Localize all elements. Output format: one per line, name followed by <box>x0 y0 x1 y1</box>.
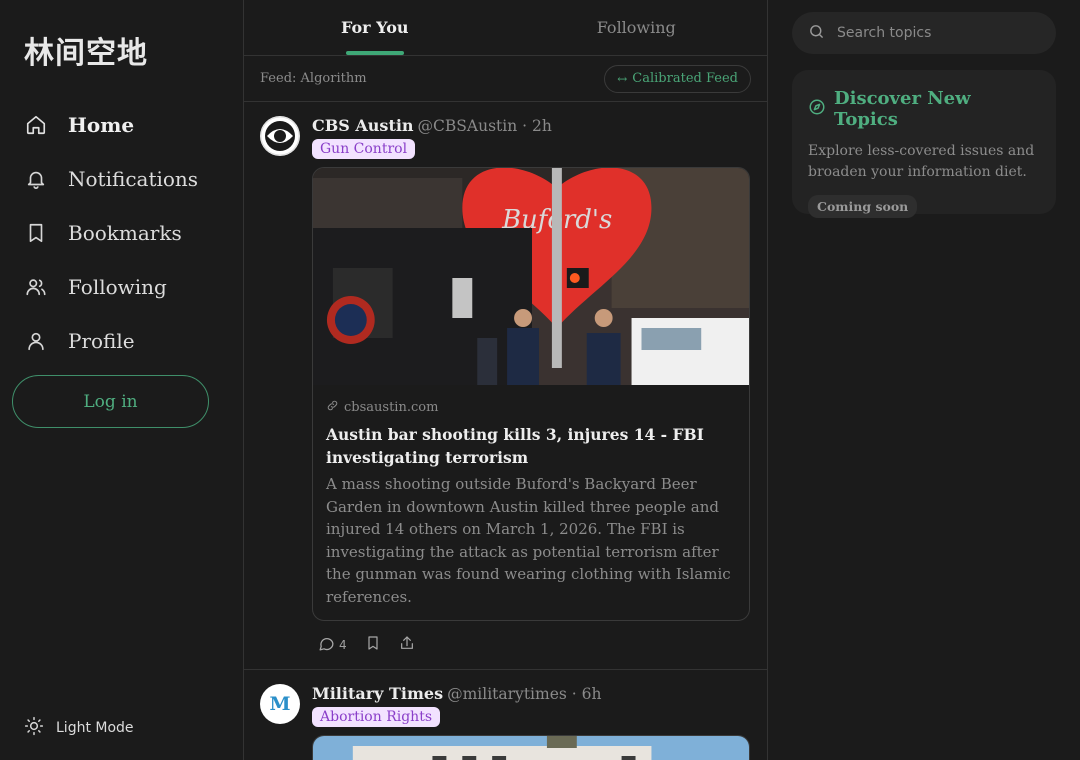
card-domain: cbsaustin.com <box>326 399 736 416</box>
link-icon <box>326 399 339 416</box>
avatar[interactable] <box>260 116 300 156</box>
search-box[interactable] <box>792 12 1056 54</box>
post-actions: 4 <box>312 621 751 669</box>
topic-tag[interactable]: Gun Control <box>312 139 416 159</box>
card-body: cbsaustin.com Austin bar shooting kills … <box>313 385 749 620</box>
post[interactable]: M Military Times @militarytimes · 6h Abo… <box>244 670 767 760</box>
discover-panel: Discover New Topics Explore less-covered… <box>792 70 1056 218</box>
cbs-eye-icon <box>260 116 300 156</box>
nav-item-bookmarks[interactable]: Bookmarks <box>24 206 198 260</box>
bell-icon <box>24 167 48 191</box>
post-author[interactable]: Military Times <box>312 684 443 703</box>
user-icon <box>24 329 48 353</box>
post-author[interactable]: CBS Austin <box>312 116 414 135</box>
post[interactable]: CBS Austin @CBSAustin · 2h Gun Control B… <box>244 102 767 670</box>
home-icon <box>24 113 48 137</box>
link-card[interactable]: Buford's <box>312 167 750 621</box>
discover-description: Explore less-covered issues and broaden … <box>808 143 1035 180</box>
post-handle: @militarytimes · 6h <box>447 685 602 703</box>
tab-following[interactable]: Following <box>506 0 768 55</box>
nav-item-profile[interactable]: Profile <box>24 314 198 368</box>
nav-item-label: Bookmarks <box>68 221 182 245</box>
arrows-horizontal-icon: ↔ <box>617 71 628 86</box>
bookmark-icon <box>365 635 381 655</box>
link-card[interactable]: Medical <box>312 735 750 760</box>
main-nav: Home Notifications Bookmarks Following P… <box>24 98 198 368</box>
discover-title: Discover New Topics <box>808 88 1040 130</box>
card-description: A mass shooting outside Buford's Backyar… <box>326 475 731 606</box>
users-icon <box>24 275 48 299</box>
avatar[interactable]: M <box>260 684 300 724</box>
right-column: Discover New Topics Explore less-covered… <box>768 0 1080 760</box>
sun-icon <box>24 716 44 740</box>
article-image: Buford's <box>313 168 749 385</box>
calibrated-feed-button[interactable]: ↔ Calibrated Feed <box>604 64 751 93</box>
nav-item-label: Notifications <box>68 167 199 191</box>
nav-item-label: Profile <box>68 329 135 353</box>
share-button[interactable] <box>399 635 415 655</box>
calibrated-feed-label: Calibrated Feed <box>632 71 738 86</box>
share-icon <box>399 635 415 655</box>
light-mode-label: Light Mode <box>56 720 134 736</box>
reply-button[interactable]: 4 <box>318 635 347 656</box>
nav-item-home[interactable]: Home <box>24 98 198 152</box>
nav-item-notifications[interactable]: Notifications <box>24 152 198 206</box>
coming-soon-badge: Coming soon <box>808 195 918 218</box>
compass-icon <box>808 98 826 121</box>
card-domain-text: cbsaustin.com <box>344 400 439 415</box>
nav-item-label: Following <box>68 275 167 299</box>
left-sidebar: 林间空地 Home Notifications Bookmarks Follow… <box>0 0 243 760</box>
light-mode-toggle[interactable]: Light Mode <box>24 716 134 740</box>
topic-tag[interactable]: Abortion Rights <box>312 707 440 727</box>
article-image: Medical <box>313 736 749 760</box>
post-header: Military Times @militarytimes · 6h <box>312 684 751 703</box>
feed-tabs: For You Following <box>244 0 767 56</box>
nav-item-label: Home <box>68 113 135 137</box>
avatar-letter: M <box>269 693 291 715</box>
reply-count: 4 <box>339 638 347 652</box>
app-logo[interactable]: 林间空地 <box>24 28 148 72</box>
feed-label: Feed: Algorithm <box>260 71 367 86</box>
bookmark-icon <box>24 221 48 245</box>
nav-item-following[interactable]: Following <box>24 260 198 314</box>
tab-for-you[interactable]: For You <box>244 0 506 55</box>
feed-column: For You Following Feed: Algorithm ↔ Cali… <box>243 0 768 760</box>
card-title[interactable]: Austin bar shooting kills 3, injures 14 … <box>326 423 736 469</box>
feed-bar: Feed: Algorithm ↔ Calibrated Feed <box>244 56 767 102</box>
comment-icon <box>318 635 335 656</box>
search-input[interactable] <box>837 25 1037 41</box>
post-header: CBS Austin @CBSAustin · 2h <box>312 116 751 135</box>
post-handle: @CBSAustin · 2h <box>417 117 552 135</box>
discover-title-text: Discover New Topics <box>834 88 971 130</box>
search-icon <box>808 23 825 44</box>
bookmark-button[interactable] <box>365 635 381 655</box>
login-button[interactable]: Log in <box>12 375 209 428</box>
